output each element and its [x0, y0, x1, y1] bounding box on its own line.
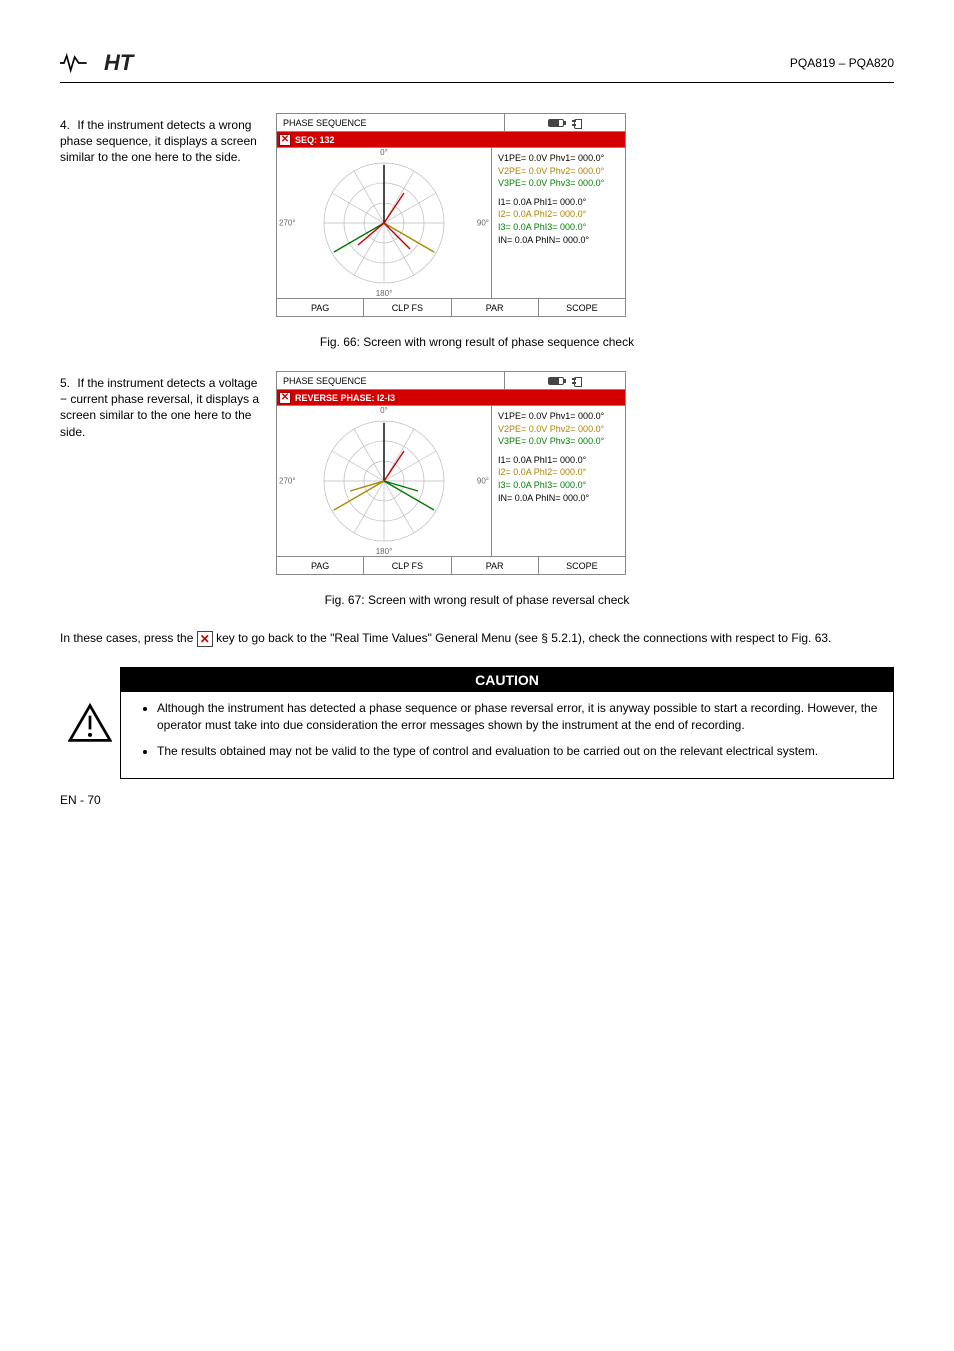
logo-text: HT: [104, 50, 133, 76]
instrument-screenshot-66: PHASE SEQUENCE ✕ SEQ: 132: [276, 113, 626, 317]
deg-90-67: 90°: [477, 477, 489, 486]
page-footer: EN - 70: [60, 793, 894, 807]
device-error-bar: ✕ SEQ: 132: [277, 132, 625, 148]
device-status-icons-67: [505, 372, 625, 389]
caution-item-0: Although the instrument has detected a p…: [157, 700, 883, 735]
deg-0-67: 0°: [380, 406, 388, 415]
caution-body: Although the instrument has detected a p…: [121, 692, 893, 778]
readout-66: V1PE= 0.0V Phv1= 000.0° V2PE= 0.0V Phv2=…: [492, 148, 625, 298]
f66-3[interactable]: SCOPE: [539, 299, 625, 316]
para-after: key to go back to the "Real Time Values"…: [216, 631, 831, 645]
fig-66-caption: Fig. 66: Screen with wrong result of pha…: [60, 335, 894, 349]
r66-i1: I1= 0.0A PhI1= 000.0°: [498, 196, 619, 209]
step-5-text: 5. If the instrument detects a voltage −…: [60, 371, 260, 440]
step-4-number: 4.: [60, 118, 70, 132]
f67-0[interactable]: PAG: [277, 557, 364, 574]
battery-icon-67: [548, 377, 564, 385]
step-5-body: If the instrument detects a voltage − cu…: [60, 376, 259, 439]
r66-v2: V2PE= 0.0V Phv2= 000.0°: [498, 165, 619, 178]
phasor-diagram-66: 0° 90° 180° 270°: [277, 148, 492, 298]
f67-2[interactable]: PAR: [452, 557, 539, 574]
r66-in: IN= 0.0A PhIN= 000.0°: [498, 234, 619, 247]
r66-i3: I3= 0.0A PhI3= 000.0°: [498, 221, 619, 234]
r67-i2: I2= 0.0A PhI2= 000.0°: [498, 466, 619, 479]
r67-v2: V2PE= 0.0V Phv2= 000.0°: [498, 423, 619, 436]
r67-in: IN= 0.0A PhIN= 000.0°: [498, 492, 619, 505]
phasor-diagram-67: 0° 90° 180° 270°: [277, 406, 492, 556]
f67-1[interactable]: CLP FS: [364, 557, 451, 574]
plug-icon-67: [570, 377, 582, 385]
r66-v1: V1PE= 0.0V Phv1= 000.0°: [498, 152, 619, 165]
device-footer-67: PAG CLP FS PAR SCOPE: [277, 556, 625, 574]
instrument-screenshot-67: PHASE SEQUENCE ✕ REVERSE PHASE: I2-I3: [276, 371, 626, 575]
r66-v3: V3PE= 0.0V Phv3= 000.0°: [498, 177, 619, 190]
error-x-icon-67: ✕: [279, 392, 291, 404]
deg-90-66: 90°: [477, 219, 489, 228]
caution-block: CAUTION Although the instrument has dete…: [60, 667, 894, 779]
device-footer-66: PAG CLP FS PAR SCOPE: [277, 298, 625, 316]
page-header: HT PQA819 – PQA820: [60, 50, 894, 83]
plug-icon: [570, 119, 582, 127]
para-press-key: In these cases, press the ✕ key to go ba…: [60, 629, 894, 647]
deg-180-66: 180°: [376, 289, 393, 298]
close-key-icon: ✕: [197, 631, 213, 647]
warning-triangle-icon: [68, 703, 112, 743]
step-4-text: 4. If the instrument detects a wrong pha…: [60, 113, 260, 166]
caution-title: CAUTION: [121, 668, 893, 692]
device-title: PHASE SEQUENCE: [277, 114, 505, 131]
r67-v1: V1PE= 0.0V Phv1= 000.0°: [498, 410, 619, 423]
device-status-icons: [505, 114, 625, 131]
battery-icon: [548, 119, 564, 127]
step-5-number: 5.: [60, 376, 70, 390]
f66-2[interactable]: PAR: [452, 299, 539, 316]
brand-logo: HT: [60, 50, 133, 76]
device-error-text: SEQ: 132: [295, 135, 335, 145]
error-x-icon: ✕: [279, 134, 291, 146]
para-before: In these cases, press the: [60, 631, 197, 645]
deg-270-67: 270°: [279, 477, 296, 486]
fig-67-caption: Fig. 67: Screen with wrong result of pha…: [60, 593, 894, 607]
r66-i2: I2= 0.0A PhI2= 000.0°: [498, 208, 619, 221]
device-error-bar-67: ✕ REVERSE PHASE: I2-I3: [277, 390, 625, 406]
device-title-67: PHASE SEQUENCE: [277, 372, 505, 389]
footer-left: EN - 70: [60, 793, 101, 807]
deg-180-67: 180°: [376, 547, 393, 556]
r67-v3: V3PE= 0.0V Phv3= 000.0°: [498, 435, 619, 448]
deg-0-66: 0°: [380, 148, 388, 157]
caution-item-1: The results obtained may not be valid to…: [157, 743, 883, 760]
f67-3[interactable]: SCOPE: [539, 557, 625, 574]
f66-1[interactable]: CLP FS: [364, 299, 451, 316]
document-title: PQA819 – PQA820: [790, 56, 894, 70]
device-error-text-67: REVERSE PHASE: I2-I3: [295, 393, 395, 403]
logo-waveform-icon: [60, 52, 100, 74]
readout-67: V1PE= 0.0V Phv1= 000.0° V2PE= 0.0V Phv2=…: [492, 406, 625, 556]
r67-i3: I3= 0.0A PhI3= 000.0°: [498, 479, 619, 492]
f66-0[interactable]: PAG: [277, 299, 364, 316]
r67-i1: I1= 0.0A PhI1= 000.0°: [498, 454, 619, 467]
deg-270-66: 270°: [279, 219, 296, 228]
step-4-body: If the instrument detects a wrong phase …: [60, 118, 257, 164]
